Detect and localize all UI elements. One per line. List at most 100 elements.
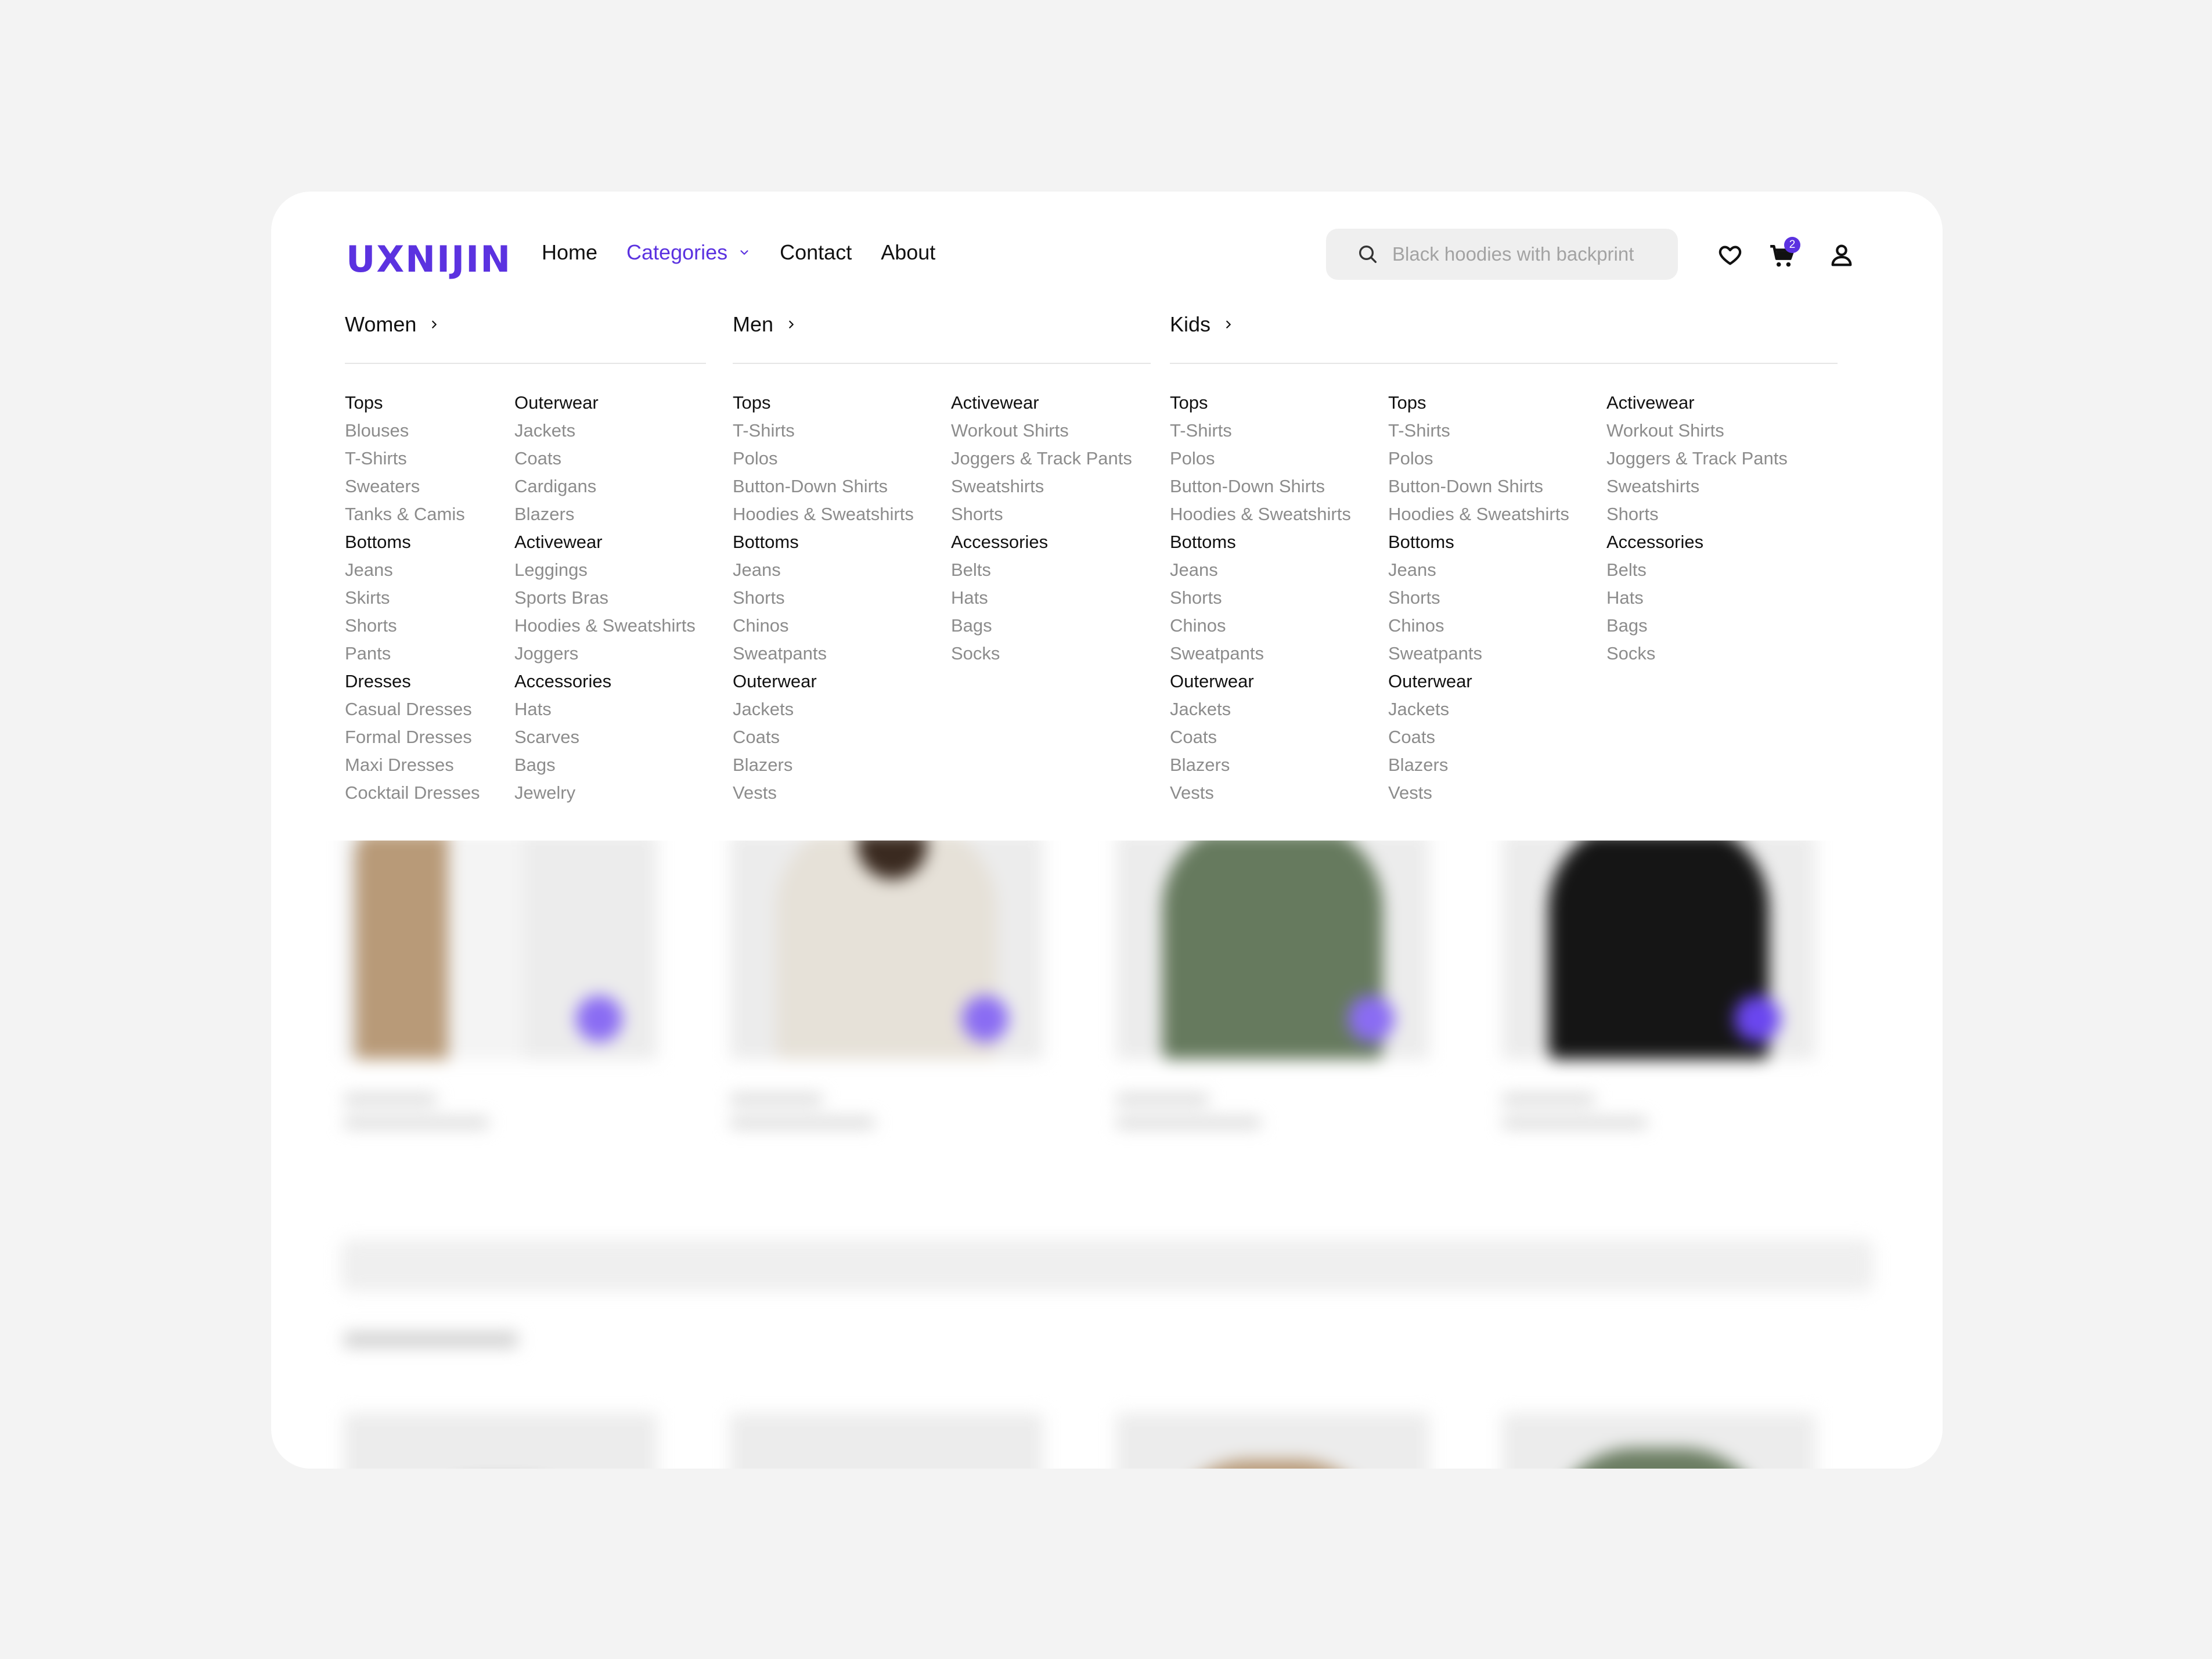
menu-category-link[interactable]: Shorts <box>1388 584 1569 612</box>
menu-category-heading[interactable]: Bottoms <box>345 528 480 556</box>
menu-category-link[interactable]: Formal Dresses <box>345 723 480 751</box>
menu-category-link[interactable]: Hoodies & Sweatshirts <box>1170 500 1351 528</box>
menu-category-link[interactable]: Tanks & Camis <box>345 500 480 528</box>
menu-category-link[interactable]: Joggers & Track Pants <box>1606 445 1788 473</box>
menu-category-link[interactable]: Hoodies & Sweatshirts <box>1388 500 1569 528</box>
menu-category-link[interactable]: Blazers <box>1170 751 1351 779</box>
menu-category-link[interactable]: Jewelry <box>514 779 696 807</box>
menu-category-link[interactable]: Chinos <box>733 612 914 640</box>
menu-category-link[interactable]: Vests <box>1170 779 1351 807</box>
menu-category-link[interactable]: Coats <box>1388 723 1569 751</box>
nav-about[interactable]: About <box>881 240 935 265</box>
menu-category-link[interactable]: T-Shirts <box>733 417 914 445</box>
menu-category-heading[interactable]: Dresses <box>345 668 480 695</box>
menu-category-link[interactable]: Sweatpants <box>1388 640 1569 668</box>
menu-category-heading[interactable]: Outerwear <box>733 668 914 695</box>
menu-category-link[interactable]: Jeans <box>733 556 914 584</box>
nav-home[interactable]: Home <box>542 240 597 265</box>
menu-section-women[interactable]: Women <box>345 312 441 337</box>
menu-category-link[interactable]: Cocktail Dresses <box>345 779 480 807</box>
menu-category-link[interactable]: Shorts <box>1606 500 1788 528</box>
menu-category-link[interactable]: Joggers <box>514 640 696 668</box>
menu-category-link[interactable]: Sports Bras <box>514 584 696 612</box>
menu-category-link[interactable]: Hoodies & Sweatshirts <box>514 612 696 640</box>
menu-category-link[interactable]: Joggers & Track Pants <box>951 445 1132 473</box>
menu-category-link[interactable]: Sweaters <box>345 473 480 500</box>
menu-category-link[interactable]: T-Shirts <box>1388 417 1569 445</box>
menu-category-link[interactable]: Chinos <box>1388 612 1569 640</box>
menu-category-link[interactable]: Blouses <box>345 417 480 445</box>
menu-category-link[interactable]: Coats <box>514 445 696 473</box>
menu-category-link[interactable]: Jackets <box>733 695 914 723</box>
menu-category-link[interactable]: Bags <box>514 751 696 779</box>
menu-category-link[interactable]: Bags <box>1606 612 1788 640</box>
menu-category-link[interactable]: Belts <box>1606 556 1788 584</box>
nav-contact[interactable]: Contact <box>780 240 852 265</box>
menu-category-link[interactable]: Casual Dresses <box>345 695 480 723</box>
menu-category-link[interactable]: Polos <box>733 445 914 473</box>
menu-section-kids[interactable]: Kids <box>1170 312 1235 337</box>
menu-category-link[interactable]: Polos <box>1170 445 1351 473</box>
brand-logo[interactable]: UXNIJIN <box>346 238 511 280</box>
menu-category-heading[interactable]: Tops <box>345 389 480 417</box>
nav-categories[interactable]: Categories <box>626 240 751 265</box>
menu-category-link[interactable]: Vests <box>1388 779 1569 807</box>
menu-category-link[interactable]: Hoodies & Sweatshirts <box>733 500 914 528</box>
search-bar[interactable] <box>1326 229 1678 280</box>
menu-category-link[interactable]: Polos <box>1388 445 1569 473</box>
menu-category-link[interactable]: Shorts <box>733 584 914 612</box>
menu-category-link[interactable]: T-Shirts <box>1170 417 1351 445</box>
user-icon[interactable] <box>1828 241 1855 268</box>
menu-category-link[interactable]: Blazers <box>733 751 914 779</box>
menu-category-link[interactable]: Hats <box>1606 584 1788 612</box>
menu-category-link[interactable]: Jeans <box>345 556 480 584</box>
cart-button[interactable]: 2 <box>1768 237 1800 271</box>
menu-category-link[interactable]: Bags <box>951 612 1132 640</box>
menu-category-heading[interactable]: Accessories <box>1606 528 1788 556</box>
menu-category-link[interactable]: Jackets <box>514 417 696 445</box>
menu-category-link[interactable]: Vests <box>733 779 914 807</box>
menu-category-link[interactable]: Button-Down Shirts <box>1170 473 1351 500</box>
menu-category-link[interactable]: Coats <box>1170 723 1351 751</box>
menu-category-link[interactable]: Workout Shirts <box>951 417 1132 445</box>
menu-category-heading[interactable]: Activewear <box>1606 389 1788 417</box>
menu-category-heading[interactable]: Outerwear <box>1388 668 1569 695</box>
menu-category-link[interactable]: Shorts <box>345 612 480 640</box>
menu-category-heading[interactable]: Outerwear <box>514 389 696 417</box>
menu-section-men[interactable]: Men <box>733 312 798 337</box>
menu-category-link[interactable]: Sweatshirts <box>951 473 1132 500</box>
menu-category-link[interactable]: Hats <box>514 695 696 723</box>
menu-category-link[interactable]: Belts <box>951 556 1132 584</box>
menu-category-link[interactable]: Blazers <box>1388 751 1569 779</box>
menu-category-link[interactable]: Jackets <box>1388 695 1569 723</box>
menu-category-link[interactable]: Maxi Dresses <box>345 751 480 779</box>
menu-category-link[interactable]: Pants <box>345 640 480 668</box>
menu-category-heading[interactable]: Activewear <box>951 389 1132 417</box>
menu-category-heading[interactable]: Accessories <box>514 668 696 695</box>
menu-category-link[interactable]: Sweatshirts <box>1606 473 1788 500</box>
menu-category-link[interactable]: Sweatpants <box>733 640 914 668</box>
heart-icon[interactable] <box>1717 241 1743 268</box>
menu-category-heading[interactable]: Bottoms <box>733 528 914 556</box>
menu-category-link[interactable]: Shorts <box>1170 584 1351 612</box>
menu-category-link[interactable]: Coats <box>733 723 914 751</box>
menu-category-heading[interactable]: Tops <box>1388 389 1569 417</box>
menu-category-link[interactable]: Blazers <box>514 500 696 528</box>
menu-category-link[interactable]: Cardigans <box>514 473 696 500</box>
menu-category-link[interactable]: Skirts <box>345 584 480 612</box>
menu-category-heading[interactable]: Outerwear <box>1170 668 1351 695</box>
menu-category-heading[interactable]: Tops <box>1170 389 1351 417</box>
menu-category-heading[interactable]: Tops <box>733 389 914 417</box>
menu-category-link[interactable]: Leggings <box>514 556 696 584</box>
menu-category-link[interactable]: Socks <box>951 640 1132 668</box>
menu-category-link[interactable]: Chinos <box>1170 612 1351 640</box>
menu-category-link[interactable]: Scarves <box>514 723 696 751</box>
menu-category-link[interactable]: Shorts <box>951 500 1132 528</box>
menu-category-link[interactable]: Button-Down Shirts <box>1388 473 1569 500</box>
search-input[interactable] <box>1391 243 1666 266</box>
menu-category-heading[interactable]: Bottoms <box>1388 528 1569 556</box>
menu-category-link[interactable]: Hats <box>951 584 1132 612</box>
menu-category-link[interactable]: Sweatpants <box>1170 640 1351 668</box>
menu-category-link[interactable]: T-Shirts <box>345 445 480 473</box>
menu-category-link[interactable]: Jackets <box>1170 695 1351 723</box>
